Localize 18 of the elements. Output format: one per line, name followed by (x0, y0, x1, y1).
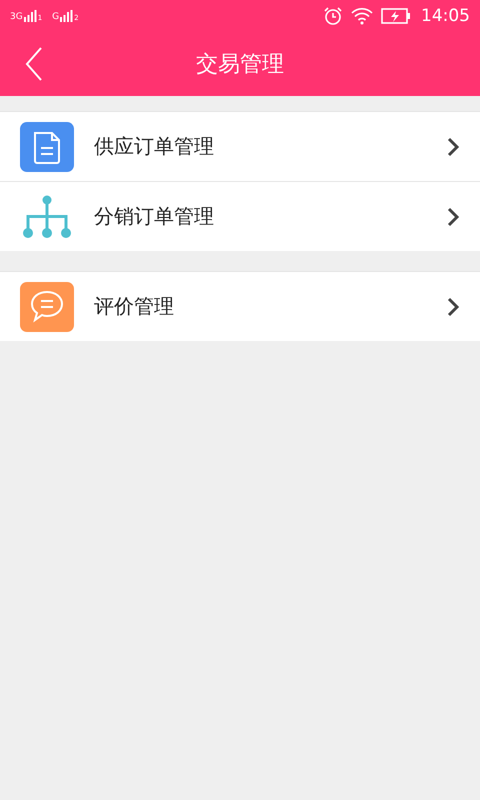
menu-item[interactable]: 评价管理 (0, 272, 480, 341)
wifi-icon (351, 7, 373, 25)
menu-item[interactable]: 供应订单管理 (0, 112, 480, 181)
signal-icon (60, 10, 74, 22)
hierarchy-icon (20, 194, 74, 238)
signal-icon (24, 10, 37, 22)
alarm-clock-icon (323, 6, 343, 26)
chevron-right-icon (446, 296, 460, 316)
clock-time: 14:05 (421, 6, 470, 26)
document-icon (20, 122, 74, 172)
network-label: G (52, 12, 60, 22)
battery-charging-icon (381, 8, 411, 24)
chat-bubble-icon (20, 282, 74, 332)
network-label: 3G (10, 12, 23, 22)
chevron-right-icon (446, 136, 460, 156)
menu-item[interactable]: 分销订单管理 (0, 182, 480, 251)
chevron-right-icon (446, 206, 460, 226)
page-title: 交易管理 (196, 51, 284, 79)
